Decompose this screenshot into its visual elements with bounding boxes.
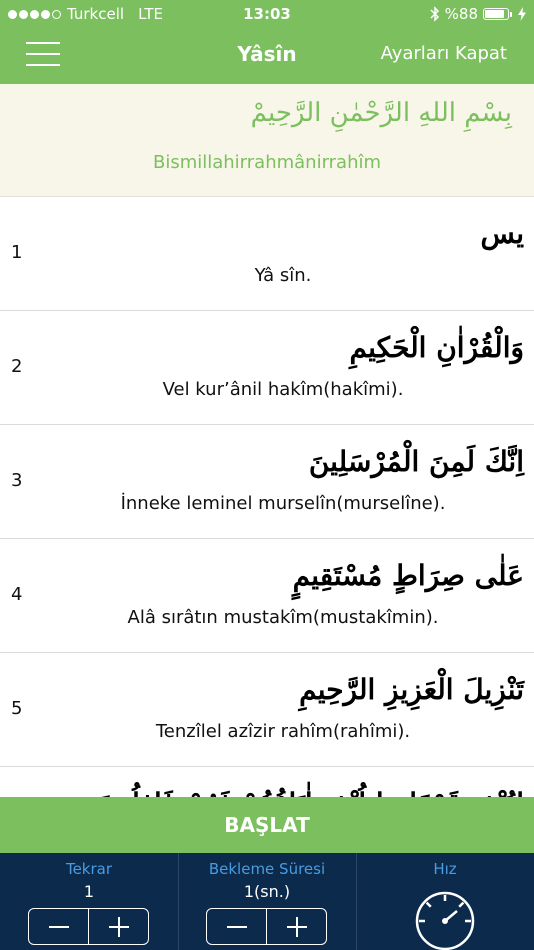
wait-control: Bekleme Süresi 1(sn.): [178, 853, 356, 950]
verse-row[interactable]: 5 تَنْزِيلَ الْعَزِيزِ الرَّحِيمِ Tenzîl…: [0, 653, 534, 767]
verse-row[interactable]: 1 يس Yâ sîn.: [0, 197, 534, 311]
repeat-control: Tekrar 1: [0, 853, 178, 950]
speed-label: Hız: [433, 860, 457, 878]
verse-row[interactable]: 3 اِنَّكَ لَمِنَ الْمُرْسَلِينَ İnneke l…: [0, 425, 534, 539]
verse-row[interactable]: 6 لِتُنْذِرَ قَوْمًا مَا اُنْذِرَ اٰبَاؤ…: [0, 767, 534, 797]
charging-bolt-icon: [518, 7, 526, 21]
bluetooth-icon: [430, 6, 439, 22]
verse-arabic: تَنْزِيلَ الْعَزِيزِ الرَّحِيمِ: [299, 673, 524, 706]
battery-level: [485, 10, 505, 18]
verse-arabic: وَالْقُرْاٰنِ الْحَكِيمِ: [349, 331, 524, 364]
verse-arabic: عَلٰى صِرَاطٍ مُسْتَقِيمٍ: [292, 559, 524, 592]
minus-icon: [48, 925, 69, 928]
repeat-value: 1: [83, 882, 95, 901]
wait-increment-button[interactable]: [266, 909, 326, 944]
basmala-header: بِسْمِ اللهِ الرَّحْمٰنِ الرَّحِيمْ Bism…: [0, 84, 534, 197]
wait-stepper: [206, 908, 327, 945]
repeat-stepper: [28, 908, 149, 945]
verse-number: 5: [11, 698, 23, 719]
verse-arabic: لِتُنْذِرَ قَوْمًا مَا اُنْذِرَ اٰبَاؤُه…: [96, 787, 524, 797]
verse-number: 1: [11, 242, 23, 263]
plus-icon: [108, 916, 129, 937]
start-button[interactable]: BAŞLAT: [0, 797, 534, 853]
plus-icon: [286, 916, 307, 937]
verse-transliteration: Alâ sırâtın mustakîm(mustakîmin).: [127, 607, 439, 628]
minus-icon: [226, 925, 247, 928]
repeat-label: Tekrar: [65, 860, 113, 878]
verse-number: 4: [11, 584, 23, 605]
verse-transliteration: Yâ sîn.: [254, 265, 312, 286]
verse-transliteration: Tenzîlel azîzir rahîm(rahîmi).: [155, 721, 411, 742]
wait-value: 1(sn.): [243, 882, 291, 901]
verse-list[interactable]: 1 يس Yâ sîn. 2 وَالْقُرْاٰنِ الْحَكِيمِ …: [0, 197, 534, 797]
verse-arabic: اِنَّكَ لَمِنَ الْمُرْسَلِينَ: [308, 445, 524, 478]
basmala-transliteration: Bismillahirrahmânirrahîm: [152, 152, 382, 173]
status-bar: Turkcell LTE 13:03 %88: [0, 0, 534, 28]
verse-number: 2: [11, 356, 23, 377]
speedometer-icon[interactable]: [413, 889, 477, 950]
hamburger-menu-icon[interactable]: [26, 40, 60, 68]
verse-number: 3: [11, 470, 23, 491]
battery-percent: %88: [444, 5, 478, 23]
playback-controls: Tekrar 1 Bekleme Süresi 1(sn.) Hız: [0, 853, 534, 950]
verse-transliteration: Vel kur’ânil hakîm(hakîmi).: [162, 379, 404, 400]
basmala-arabic: بِسْمِ اللهِ الرَّحْمٰنِ الرَّحِيمْ: [250, 98, 512, 128]
verse-arabic: يس: [480, 217, 525, 250]
verse-row[interactable]: 4 عَلٰى صِرَاطٍ مُسْتَقِيمٍ Alâ sırâtın …: [0, 539, 534, 653]
repeat-decrement-button[interactable]: [29, 909, 88, 944]
repeat-increment-button[interactable]: [88, 909, 148, 944]
battery-icon: [483, 8, 512, 20]
close-settings-button[interactable]: Ayarları Kapat: [381, 43, 507, 64]
speed-control: Hız: [356, 853, 534, 950]
verse-row[interactable]: 2 وَالْقُرْاٰنِ الْحَكِيمِ Vel kur’ânil …: [0, 311, 534, 425]
wait-decrement-button[interactable]: [207, 909, 266, 944]
status-right: %88: [430, 5, 526, 23]
wait-label: Bekleme Süresi: [208, 860, 326, 878]
nav-bar: Yâsîn Ayarları Kapat: [0, 28, 534, 84]
verse-transliteration: İnneke leminel murselîn(murselîne).: [120, 493, 446, 514]
